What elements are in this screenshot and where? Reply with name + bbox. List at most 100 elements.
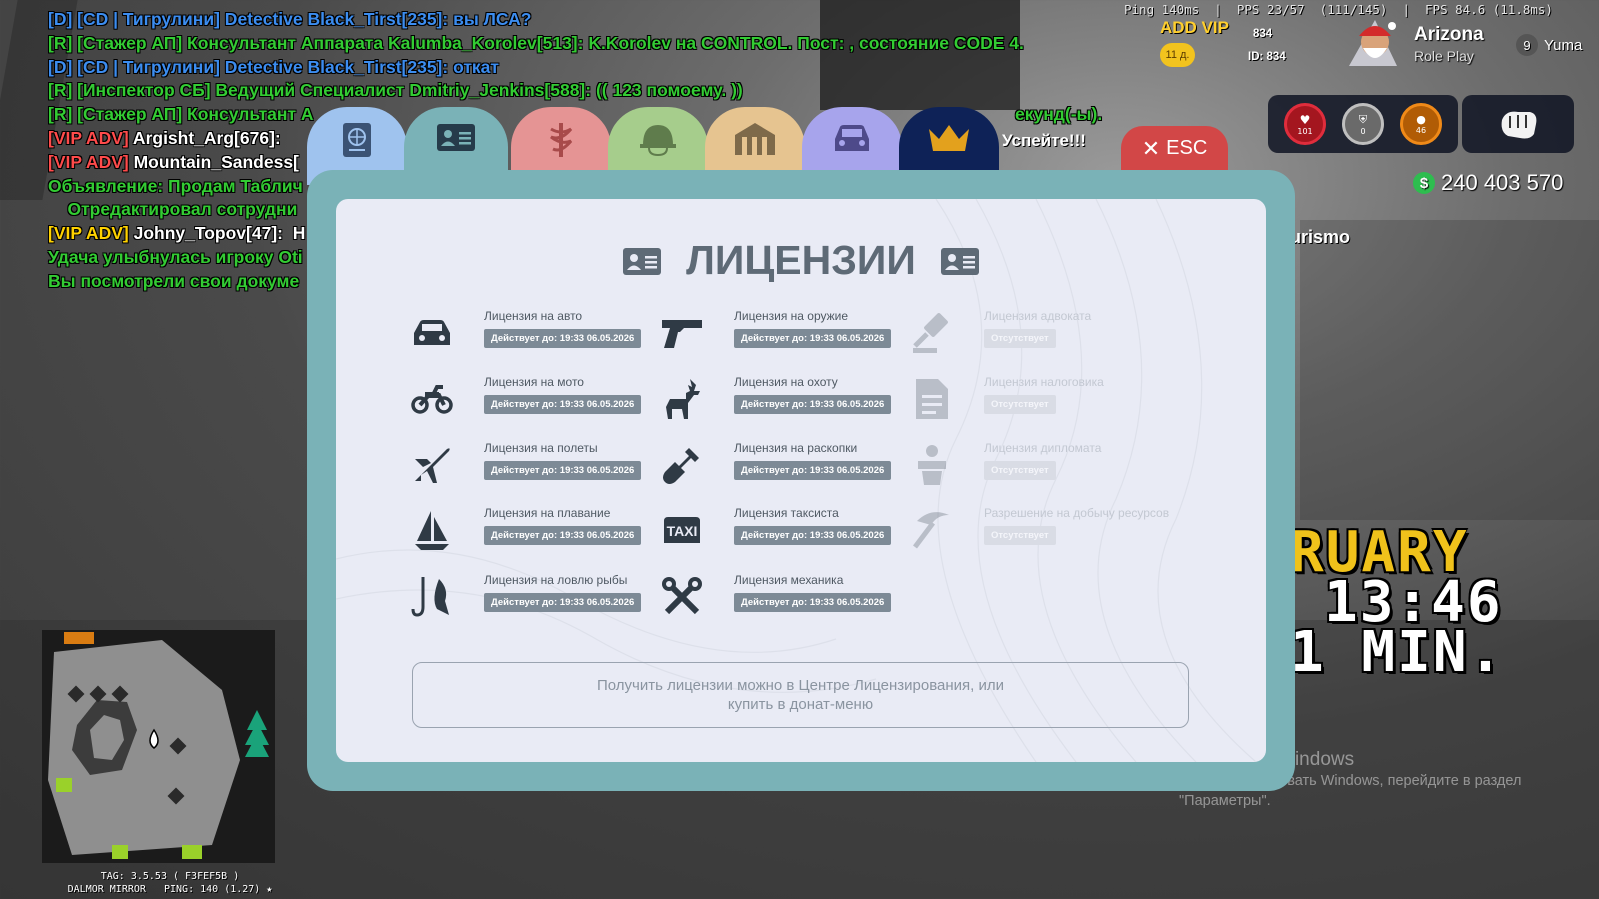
burger-icon: ● [1416,113,1426,126]
armor-icon: ⛨ [1358,112,1368,126]
license-status: Действует до: 19:33 06.05.2026 [484,461,642,480]
location-and-ping: DALMOR MIRROR PING: 140 (1.27) ★ [60,883,280,896]
gavel-icon [910,311,954,355]
crown-icon [929,125,969,151]
license-status: Отсутствует [984,526,1056,545]
id-card-icon [940,247,979,275]
server-number: 9 [1516,34,1538,56]
license-item-hunting: Лицензия на охоту Действует до: 19:33 06… [660,375,900,425]
chat-line: [D] [CD | Тигрулини] Detective Black_Tir… [48,9,532,29]
license-status: Действует до: 19:33 06.05.2026 [484,395,642,414]
armor-value: 0 [1360,126,1366,136]
medical-icon [550,123,573,157]
license-item-mechanic: Лицензия механика Действует до: 19:33 06… [660,573,900,623]
hunger-indicator: ● 46 [1400,103,1442,145]
fist-icon [1501,111,1537,139]
money-display: $ 240 403 570 [1413,170,1563,196]
license-status: Отсутствует [984,461,1056,480]
deer-icon [660,377,704,421]
background-shape [1300,220,1599,520]
page-title: ЛИЦЕНЗИИ [336,237,1266,284]
pickaxe-icon [910,508,954,552]
svg-text:TAXI: TAXI [667,523,698,539]
license-name: Лицензия таксиста [734,506,839,520]
license-item-flight: Лицензия на полеты Действует до: 19:33 0… [410,441,650,491]
license-status: Отсутствует [984,395,1056,414]
chat-line-text: [R] [Стажер АП] Консультант А [48,104,314,125]
sailboat-icon [410,508,454,552]
add-vip-label[interactable]: ADD VIP [1160,18,1229,38]
license-name: Лицензия адвоката [984,309,1092,323]
license-name: Лицензия на полеты [484,441,598,455]
license-item-excavation: Лицензия на раскопки Действует до: 19:33… [660,441,900,491]
player-id: ID: 834 [1248,51,1286,63]
santa-avatar-icon [1349,20,1397,66]
license-status: Действует до: 19:33 06.05.2026 [734,526,892,545]
license-status: Действует до: 19:33 06.05.2026 [734,395,892,414]
hunger-value: 46 [1415,126,1427,135]
plane-icon [410,443,454,487]
promo-label: Успейте!!! [1002,131,1086,150]
minimap [42,630,275,863]
house-icon [735,123,775,155]
id-card-icon [623,247,662,275]
chat-line-text: Mountain_Sandess[ [128,151,299,172]
ping-readout: PING: 140 (1.27) ★ [163,884,273,895]
license-item-tax: Лицензия налоговика Отсутствует [910,375,1150,425]
license-item-moto: Лицензия на мото Действует до: 19:33 06.… [410,375,650,425]
location-name: DALMOR MIRROR [67,884,146,895]
license-item-taxi: TAXI Лицензия таксиста Действует до: 19:… [660,506,900,556]
license-status: Действует до: 19:33 06.05.2026 [734,593,892,612]
vip-days-badge: 11 д. [1160,43,1195,67]
license-name: Лицензия на раскопки [734,441,858,455]
license-item-lawyer: Лицензия адвоката Отсутствует [910,309,1150,359]
chat-prefix: [VIP ADV] [48,127,129,148]
license-item-auto: Лицензия на авто Действует до: 19:33 06.… [410,309,650,359]
chat-line: [D] [CD | Тигрулини] Detective Black_Tir… [48,56,499,77]
chat-line: [R] [Инспектор СБ] Ведущий Специалист Dm… [48,80,743,101]
fishing-icon [410,575,454,619]
health-indicator: ♥ 101 [1284,103,1326,145]
close-button[interactable]: ✕ ESC [1121,126,1228,171]
passport-icon [343,123,371,157]
document-icon [910,377,954,421]
license-item-fishing: Лицензия на ловлю рыбы Действует до: 19:… [410,573,650,623]
page-title-text: ЛИЦЕНЗИИ [686,237,916,283]
license-status: Действует до: 19:33 06.05.2026 [484,526,642,545]
chat-prefix: [VIP ADV] [48,223,129,244]
vehicle-name-label: urismo [1290,227,1351,247]
server-subtitle: Role Play [1414,48,1474,64]
license-status: Отсутствует [984,329,1056,348]
license-name: Лицензия на плавание [484,506,611,520]
chat-line-tail: екунд(-ы). [1015,104,1103,125]
id-card-icon [437,124,475,151]
server-name-block: Arizona Role Play [1414,24,1484,64]
taxi-icon: TAXI [660,508,704,552]
license-name: Лицензия на охоту [734,375,838,389]
license-name: Лицензия механика [734,573,844,587]
license-name: Лицензия дипломата [984,441,1102,455]
player-id-block: 834 ID: 834 [1248,23,1286,69]
build-tag: TAG: 3.5.53 ( F3FEF5B ) [100,871,240,882]
license-status: Действует до: 19:33 06.05.2026 [734,461,892,480]
license-item-resources: Разрешение на добычу ресурсов Отсутствуе… [910,506,1169,556]
car-icon [835,125,869,151]
license-status: Действует до: 19:33 06.05.2026 [734,329,892,348]
license-name: Разрешение на добычу ресурсов [984,506,1170,520]
player-stats-panel: ♥ 101 ⛨ 0 ● 46 [1268,95,1458,153]
server-logo [1345,18,1401,70]
license-name: Лицензия на авто [484,309,583,323]
info-note: Получить лицензии можно в Центре Лицензи… [412,662,1189,728]
chat-line-text: Argisht_Arg[676]: [128,127,281,148]
player-id-top: 834 [1253,28,1273,40]
license-name: Лицензия на ловлю рыбы [484,573,628,587]
license-status: Действует до: 19:33 06.05.2026 [484,329,642,348]
watermark-line: "Параметры". [1179,793,1271,809]
performance-readout: Ping 140ms | PPS 23/57 (111/145) | FPS 8… [1124,2,1553,17]
helmet-icon [640,125,676,157]
clock-minutes: 1 MIN. [1290,620,1505,685]
server-city: 9 Yuma [1516,32,1582,58]
heart-icon: ♥ [1299,112,1311,127]
license-item-diplomat: Лицензия дипломата Отсутствует [910,441,1150,491]
close-icon: ✕ [1141,135,1161,161]
